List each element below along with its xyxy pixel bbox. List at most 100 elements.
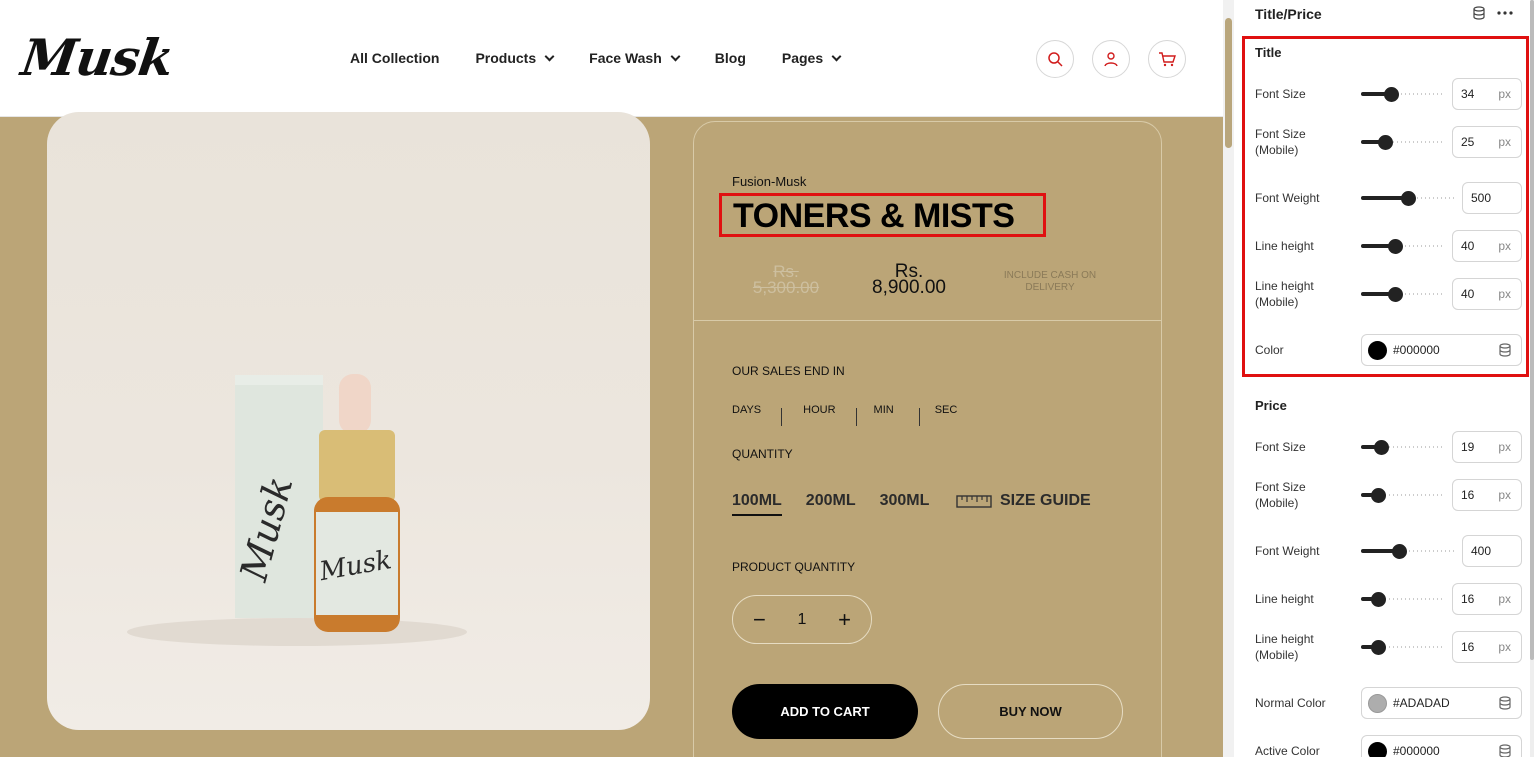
- buy-now-button[interactable]: BUY NOW: [938, 684, 1123, 739]
- slider-knob[interactable]: [1374, 440, 1389, 455]
- price-section-heading: Price: [1255, 398, 1287, 413]
- cart-button[interactable]: [1148, 40, 1186, 78]
- slider-knob[interactable]: [1401, 191, 1416, 206]
- price-line-height-mobile-slider[interactable]: [1361, 640, 1445, 655]
- more-icon[interactable]: [1497, 11, 1513, 15]
- database-icon[interactable]: [1499, 343, 1511, 357]
- store-scrollbar[interactable]: [1223, 0, 1234, 757]
- color-swatch[interactable]: [1368, 693, 1387, 713]
- search-button[interactable]: [1036, 40, 1074, 78]
- title-font-size-mobile-slider[interactable]: [1361, 135, 1445, 150]
- nav-label: All Collection: [350, 50, 440, 66]
- quantity-stepper: − 1 +: [732, 595, 872, 644]
- slider-knob[interactable]: [1388, 239, 1403, 254]
- unit-label: px: [1498, 488, 1511, 502]
- nav-products[interactable]: Products: [475, 50, 555, 66]
- nav-blog[interactable]: Blog: [715, 50, 746, 66]
- add-to-cart-button[interactable]: ADD TO CART: [732, 684, 918, 739]
- slider-knob[interactable]: [1371, 640, 1386, 655]
- title-font-weight-input[interactable]: 500: [1462, 182, 1522, 214]
- title-line-height-mobile-input[interactable]: 40 px: [1452, 278, 1522, 310]
- title-section-heading: Title: [1255, 45, 1282, 60]
- nav-label: Blog: [714, 50, 746, 66]
- slider-knob[interactable]: [1371, 488, 1386, 503]
- size-option-300ml[interactable]: 300ML: [880, 492, 930, 516]
- plus-icon[interactable]: +: [838, 607, 851, 633]
- quantity-value[interactable]: 1: [798, 611, 807, 629]
- compare-price: Rs. 5,300.00: [746, 263, 826, 297]
- title-font-size-slider[interactable]: [1361, 87, 1445, 102]
- database-icon[interactable]: [1473, 6, 1485, 20]
- size-option-200ml[interactable]: 200ML: [806, 492, 856, 516]
- account-button[interactable]: [1092, 40, 1130, 78]
- nav-face-wash[interactable]: Face Wash: [589, 50, 681, 66]
- compare-price-value: 5,300.00: [752, 278, 820, 297]
- title-font-size-input[interactable]: 34 px: [1452, 78, 1522, 110]
- slider-knob[interactable]: [1371, 592, 1386, 607]
- input-value: 25: [1461, 135, 1475, 149]
- input-value: 400: [1471, 544, 1492, 558]
- input-value: 16: [1461, 592, 1475, 606]
- size-option-100ml[interactable]: 100ML: [732, 492, 782, 516]
- slider-knob[interactable]: [1388, 287, 1403, 302]
- color-swatch[interactable]: [1368, 340, 1387, 360]
- store-header: Musk All Collection Products Face Wash B…: [0, 0, 1223, 117]
- panel-scrollbar[interactable]: [1530, 0, 1534, 757]
- card-divider: [693, 320, 1162, 321]
- title-line-height-slider[interactable]: [1361, 239, 1445, 254]
- timer-separator: [856, 408, 857, 426]
- panel-scrollbar-thumb[interactable]: [1530, 0, 1534, 660]
- nav-label: Pages: [781, 50, 824, 66]
- database-icon[interactable]: [1499, 744, 1511, 757]
- ruler-icon: [956, 495, 992, 508]
- price-normal-color-picker[interactable]: #ADADAD: [1361, 687, 1522, 719]
- sale-price-value: 8,900.00: [872, 277, 946, 298]
- price-line-height-label: Line height: [1255, 592, 1314, 606]
- title-color-picker[interactable]: #000000: [1361, 334, 1522, 366]
- slider-knob[interactable]: [1384, 87, 1399, 102]
- slider-knob[interactable]: [1392, 544, 1407, 559]
- price-normal-color-label: Normal Color: [1255, 696, 1326, 710]
- title-line-height-input[interactable]: 40 px: [1452, 230, 1522, 262]
- scrollbar-thumb[interactable]: [1225, 18, 1232, 148]
- price-font-size-slider[interactable]: [1361, 440, 1445, 455]
- database-icon[interactable]: [1499, 696, 1511, 710]
- slider-knob[interactable]: [1378, 135, 1393, 150]
- user-icon: [1104, 52, 1118, 67]
- input-value: 40: [1461, 287, 1475, 301]
- title-font-weight-slider[interactable]: [1361, 191, 1455, 206]
- color-swatch[interactable]: [1368, 741, 1387, 757]
- header-icons: [1036, 40, 1186, 78]
- size-guide-link[interactable]: SIZE GUIDE: [956, 492, 1091, 510]
- chevron-down-icon: [544, 51, 555, 61]
- color-hex: #000000: [1393, 744, 1440, 757]
- title-line-height-mobile-slider[interactable]: [1361, 287, 1445, 302]
- title-font-size-mobile-input[interactable]: 25 px: [1452, 126, 1522, 158]
- price-active-color-picker[interactable]: #000000: [1361, 735, 1522, 757]
- price-line-height-mobile-input[interactable]: 16 px: [1452, 631, 1522, 663]
- price-font-size-mobile-slider[interactable]: [1361, 488, 1445, 503]
- product-photo: Musk Musk: [127, 374, 467, 646]
- minus-icon[interactable]: −: [753, 607, 766, 633]
- input-value: 16: [1461, 488, 1475, 502]
- price-font-weight-label: Font Weight: [1255, 544, 1320, 558]
- store-logo[interactable]: Musk: [18, 28, 177, 87]
- price-font-size-mobile-input[interactable]: 16 px: [1452, 479, 1522, 511]
- title-font-size-label: Font Size: [1255, 87, 1306, 101]
- price-font-weight-slider[interactable]: [1361, 544, 1455, 559]
- nav-pages[interactable]: Pages: [781, 50, 842, 66]
- product-image: Musk Musk: [47, 112, 650, 730]
- panel-title: Title/Price: [1255, 6, 1322, 22]
- price-font-size-input[interactable]: 19 px: [1452, 431, 1522, 463]
- nav-all-collection[interactable]: All Collection: [350, 50, 439, 66]
- product-quantity-label: PRODUCT QUANTITY: [732, 560, 856, 574]
- nav-label: Products: [475, 50, 537, 66]
- price-line-height-slider[interactable]: [1361, 592, 1445, 607]
- price-line-height-input[interactable]: 16 px: [1452, 583, 1522, 615]
- input-value: 19: [1461, 440, 1475, 454]
- color-hex: #000000: [1393, 343, 1440, 357]
- input-value: 40: [1461, 239, 1475, 253]
- price-font-weight-input[interactable]: 400: [1462, 535, 1522, 567]
- store-preview: Musk All Collection Products Face Wash B…: [0, 0, 1223, 757]
- cod-note: INCLUDE CASH ON DELIVERY: [1003, 270, 1097, 293]
